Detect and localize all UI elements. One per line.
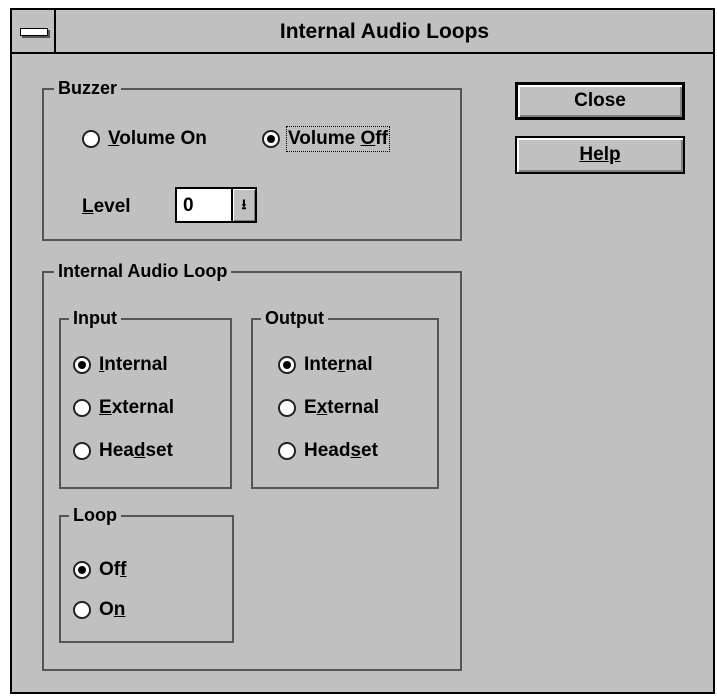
- help-button[interactable]: Help: [515, 136, 685, 174]
- loop-group-title: Loop: [69, 504, 121, 526]
- loop-on-radio-circle: [73, 601, 91, 619]
- close-button-label: Close: [574, 90, 626, 111]
- dropdown-arrow-icon[interactable]: ⭳: [231, 189, 255, 221]
- input-external-radio[interactable]: External: [73, 397, 174, 419]
- system-menu-icon: [20, 28, 48, 36]
- output-external-radio-circle: [278, 399, 296, 417]
- internal-audio-loop-group-title: Internal Audio Loop: [54, 260, 232, 282]
- output-internal-label: Internal: [304, 354, 373, 375]
- output-external-label: External: [304, 397, 380, 418]
- input-headset-radio[interactable]: Headset: [73, 440, 173, 462]
- loop-on-radio[interactable]: On: [73, 599, 125, 621]
- buzzer-group-title: Buzzer: [54, 77, 122, 99]
- output-headset-radio[interactable]: Headset: [278, 440, 378, 462]
- volume-on-radio[interactable]: Volume On: [82, 128, 207, 150]
- input-internal-label: Internal: [99, 354, 168, 375]
- window-title: Internal Audio Loops: [279, 20, 490, 43]
- input-internal-radio[interactable]: Internal: [73, 354, 168, 376]
- close-button[interactable]: Close: [515, 82, 685, 120]
- input-external-radio-circle: [73, 399, 91, 417]
- loop-off-label: Off: [99, 559, 127, 580]
- volume-off-radio-circle: [262, 130, 280, 148]
- volume-off-radio[interactable]: Volume Off: [262, 126, 390, 152]
- output-group-title: Output: [261, 307, 328, 329]
- level-label: Level: [82, 196, 131, 217]
- loop-off-radio-circle: [73, 561, 91, 579]
- volume-on-label: Volume On: [108, 128, 207, 149]
- volume-on-radio-circle: [82, 130, 100, 148]
- input-group-title: Input: [69, 307, 121, 329]
- loop-on-label: On: [99, 599, 126, 620]
- input-headset-radio-circle: [73, 442, 91, 460]
- loop-off-radio[interactable]: Off: [73, 559, 126, 581]
- output-internal-radio[interactable]: Internal: [278, 354, 373, 376]
- help-button-label: Help: [579, 144, 621, 165]
- input-external-label: External: [99, 397, 174, 418]
- output-internal-radio-circle: [278, 356, 296, 374]
- output-external-radio[interactable]: External: [278, 397, 379, 419]
- system-menu-button[interactable]: [12, 10, 56, 52]
- volume-off-label: Volume Off: [286, 126, 390, 152]
- output-headset-label: Headset: [304, 440, 378, 461]
- level-dropdown[interactable]: 0 ⭳: [175, 187, 257, 223]
- input-internal-radio-circle: [73, 356, 91, 374]
- dialog-window: Internal Audio Loops Close Help Buzzer V…: [10, 8, 715, 694]
- level-value: 0: [183, 195, 194, 216]
- output-headset-radio-circle: [278, 442, 296, 460]
- input-headset-label: Headset: [99, 440, 173, 461]
- title-bar: Internal Audio Loops: [12, 10, 713, 54]
